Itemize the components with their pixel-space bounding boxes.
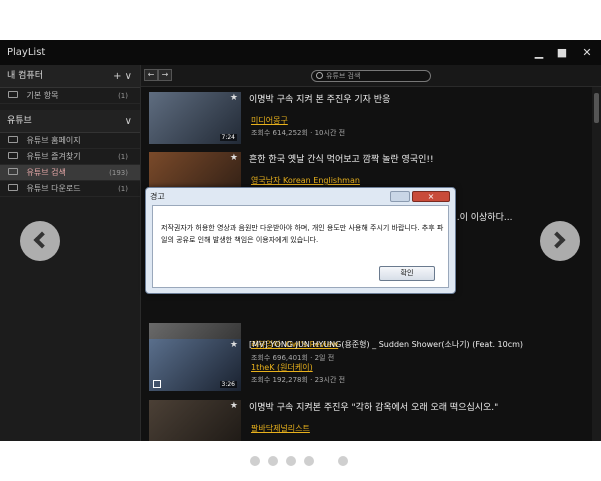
video-thumbnail[interactable]: ★ 7:24	[149, 92, 241, 144]
sidebar-item-count: (1)	[118, 92, 128, 100]
collapse-control[interactable]: ∨	[125, 110, 132, 133]
ok-button[interactable]: 확인	[379, 266, 435, 281]
video-thumbnail[interactable]: ★ 3:26	[149, 339, 241, 391]
title-bar: PlayList ▁ ■ ✕	[0, 40, 601, 65]
video-thumbnail[interactable]: ★	[149, 400, 241, 441]
section-my-computer-label: 내 컴퓨터	[7, 71, 43, 81]
section-my-computer[interactable]: 내 컴퓨터 + ∨	[0, 65, 140, 88]
sidebar-item-count: (1)	[118, 153, 128, 161]
list-item[interactable]: ★ 이명박 구속 지켜본 주진우 "각하 감옥에서 오래 오래 떡으십시오." …	[141, 395, 592, 441]
video-title[interactable]: 흔한 한국 옛날 간식 먹어보고 깜짝 놀란 영국인!!	[249, 152, 434, 165]
back-button[interactable]: ←	[144, 69, 158, 81]
video-title[interactable]: ...이 이상하다...	[451, 210, 512, 223]
sidebar-item-default[interactable]: 기본 항목 (1)	[0, 88, 140, 104]
video-meta: 조회수 614,252회 · 10시간 전	[251, 129, 346, 137]
add-collapse-controls[interactable]: + ∨	[113, 65, 132, 88]
search-placeholder: 유튜브 검색	[326, 72, 361, 80]
carousel-dots	[250, 456, 360, 466]
screenshot-frame: PlayList ▁ ■ ✕ 내 컴퓨터 + ∨ 기본 항목 (1) 유튜브 ∨	[0, 0, 601, 481]
section-youtube-label: 유튜브	[7, 116, 32, 126]
carousel-next-button[interactable]	[540, 221, 580, 261]
search-input[interactable]: 유튜브 검색	[311, 70, 431, 82]
star-icon[interactable]: ★	[230, 153, 238, 163]
chevron-right-icon	[548, 231, 566, 249]
video-title[interactable]: [MV] YONG JUN HYUNG(용준형) _ Sudden Shower…	[249, 339, 523, 350]
sidebar-item-youtube-download[interactable]: 유튜브 다운로드 (1)	[0, 181, 140, 197]
search-icon	[316, 72, 323, 79]
star-icon[interactable]: ★	[230, 93, 238, 103]
channel-link[interactable]: 팔바닥제널리스트	[251, 423, 310, 434]
duration-label: 7:24	[219, 134, 237, 141]
video-title[interactable]: 이명박 구속 지켜본 주진우 "각하 감옥에서 오래 오래 떡으십시오."	[249, 400, 498, 413]
folder-icon	[8, 168, 18, 175]
scrollbar[interactable]	[592, 87, 601, 441]
dialog-message: 저작권자가 허용한 영상과 음원만 다운받아야 하며, 개인 용도만 사용해 주…	[161, 224, 444, 244]
video-meta: 조회수 192,278회 · 23시간 전	[251, 376, 346, 384]
channel-link[interactable]: 1theK (원더케이)	[251, 362, 313, 373]
warning-dialog: 경고 × 저작권자가 허용한 영상과 음원만 다운받아야 하며, 개인 용도만 …	[145, 187, 456, 294]
dialog-close-button[interactable]: ×	[412, 191, 450, 202]
minimize-button[interactable]: ▁	[529, 40, 549, 65]
chevron-left-icon	[33, 231, 51, 249]
maximize-button[interactable]: ■	[552, 40, 572, 65]
carousel-dot[interactable]	[338, 456, 348, 466]
carousel-dot[interactable]	[250, 456, 260, 466]
star-icon[interactable]: ★	[230, 340, 238, 350]
dialog-minimize-button[interactable]	[390, 191, 410, 202]
sidebar-item-label: 유튜브 홈페이지	[26, 136, 81, 145]
section-youtube[interactable]: 유튜브 ∨	[0, 110, 140, 133]
close-button[interactable]: ✕	[577, 40, 597, 65]
list-item[interactable]: ★ 7:24 이명박 구속 지켜 본 주진우 기자 반응 미디어몽구 조회수 61…	[141, 87, 592, 149]
sidebar-item-youtube-home[interactable]: 유튜브 홈페이지	[0, 133, 140, 149]
folder-icon	[8, 136, 18, 143]
channel-link[interactable]: 영국남자 Korean Englishman	[251, 175, 360, 186]
video-title[interactable]: 이명박 구속 지켜 본 주진우 기자 반응	[249, 92, 390, 105]
channel-logo-icon	[153, 380, 161, 388]
folder-icon	[8, 184, 18, 191]
sidebar-item-label: 유튜브 검색	[26, 168, 66, 177]
sidebar-item-youtube-search[interactable]: 유튜브 검색 (193)	[0, 165, 140, 181]
carousel-dot[interactable]	[304, 456, 314, 466]
carousel-prev-button[interactable]	[20, 221, 60, 261]
toolbar: ← → 유튜브 검색	[141, 65, 601, 87]
duration-label: 3:26	[219, 381, 237, 388]
carousel-dot[interactable]	[268, 456, 278, 466]
sidebar-item-count: (193)	[109, 169, 128, 177]
window-title: PlayList	[7, 47, 46, 58]
sidebar-item-label: 유튜브 즐겨찾기	[26, 152, 81, 161]
dialog-title: 경고	[150, 192, 165, 201]
scrollbar-thumb[interactable]	[594, 93, 599, 123]
sidebar-item-youtube-favorites[interactable]: 유튜브 즐겨찾기 (1)	[0, 149, 140, 165]
sidebar-item-label: 기본 항목	[26, 91, 59, 100]
forward-button[interactable]: →	[158, 69, 172, 81]
sidebar-item-label: 유튜브 다운로드	[26, 184, 81, 193]
carousel-dot[interactable]	[286, 456, 296, 466]
sidebar-item-count: (1)	[118, 185, 128, 193]
sidebar: 내 컴퓨터 + ∨ 기본 항목 (1) 유튜브 ∨ 유튜브 홈페이지 유튜브 즐…	[0, 65, 141, 441]
list-item[interactable]: ★ 3:26 [MV] YONG JUN HYUNG(용준형) _ Sudden …	[141, 334, 592, 396]
folder-icon	[8, 91, 18, 98]
channel-link[interactable]: 미디어몽구	[251, 115, 288, 126]
folder-icon	[8, 152, 18, 159]
dialog-body: 저작권자가 허용한 영상과 음원만 다운받아야 하며, 개인 용도만 사용해 주…	[152, 205, 449, 288]
top-band	[0, 0, 601, 40]
star-icon[interactable]: ★	[230, 401, 238, 411]
